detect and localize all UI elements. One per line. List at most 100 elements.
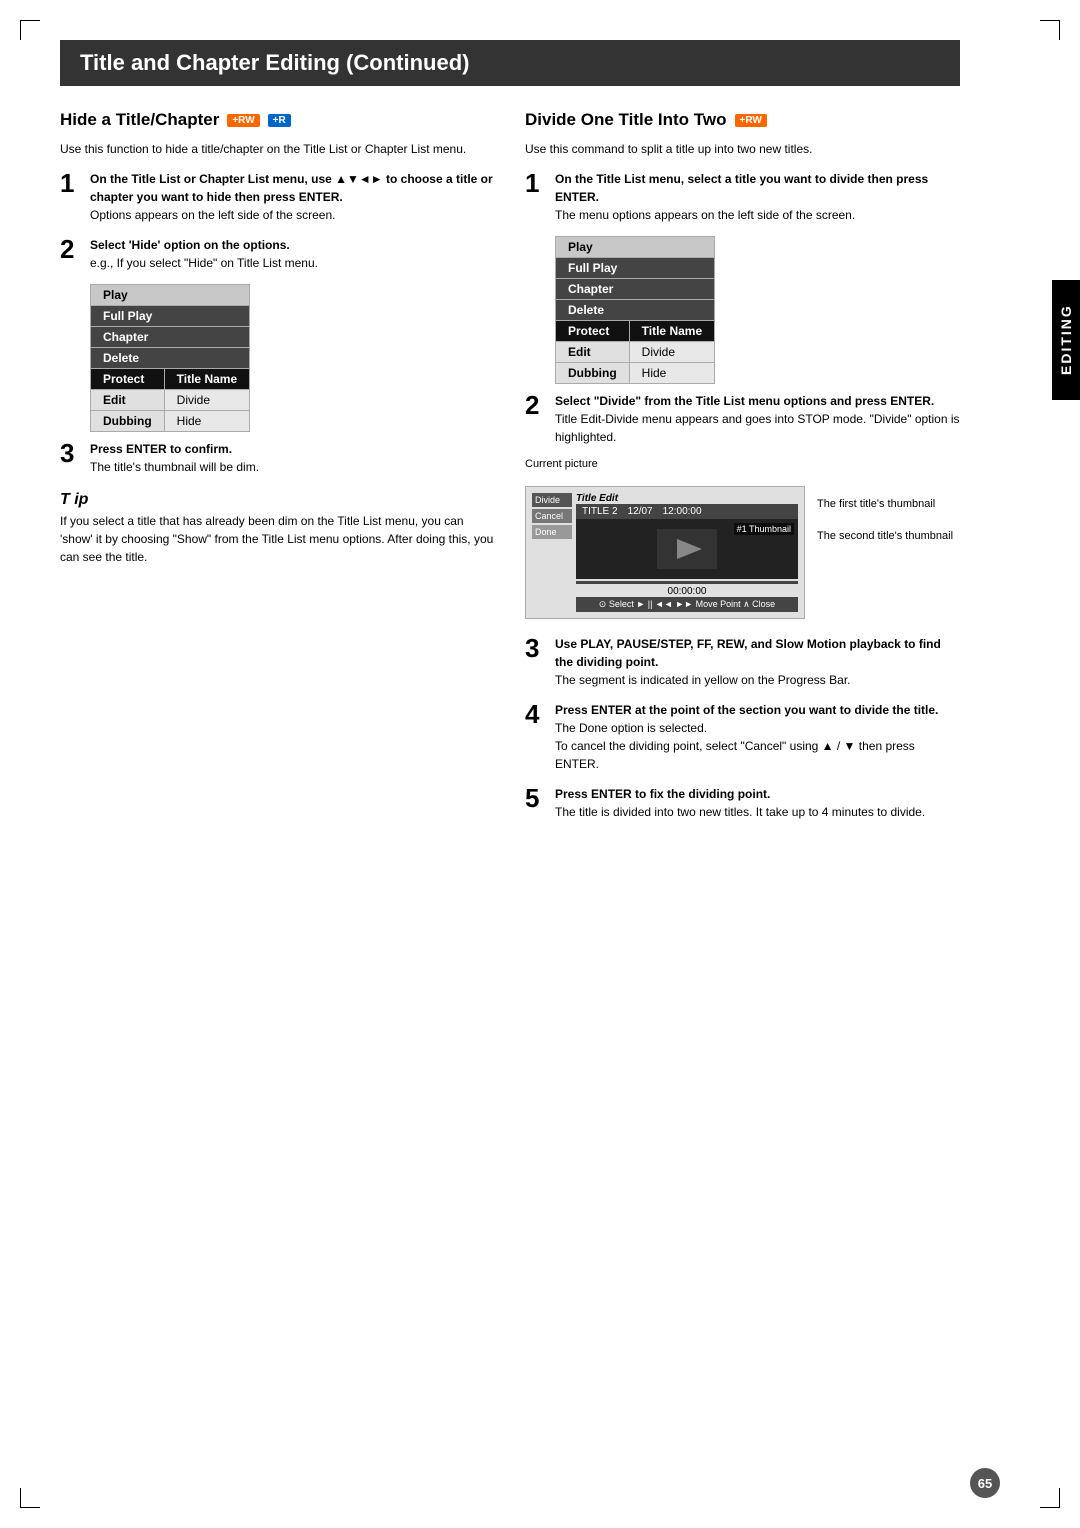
badge-rw-left: +RW bbox=[227, 114, 259, 127]
right-step-5: 5 Press ENTER to fix the dividing point.… bbox=[525, 785, 960, 821]
sidebar-editing-label: EDITING bbox=[1052, 280, 1080, 400]
done-btn: Done bbox=[532, 525, 572, 539]
menu-chapter-r: Chapter bbox=[556, 279, 715, 300]
menu-delete: Delete bbox=[91, 348, 250, 369]
right-step-1-content: On the Title List menu, select a title y… bbox=[555, 170, 960, 224]
right-step-4-content: Press ENTER at the point of the section … bbox=[555, 701, 960, 773]
table-row: Protect Title Name bbox=[556, 321, 715, 342]
left-menu-table: Play Full Play Chapter Delete Protect Ti… bbox=[90, 284, 250, 432]
right-step-1: 1 On the Title List menu, select a title… bbox=[525, 170, 960, 224]
right-step-3-num: 3 bbox=[525, 635, 547, 661]
right-section-heading: Divide One Title Into Two +RW bbox=[525, 110, 960, 130]
menu-divide: Divide bbox=[164, 390, 249, 411]
table-row: Dubbing Hide bbox=[91, 411, 250, 432]
divide-labels: The first title's thumbnail The second t… bbox=[817, 478, 953, 542]
menu-chapter: Chapter bbox=[91, 327, 250, 348]
divide-btn: Divide bbox=[532, 493, 572, 507]
menu-protect-r: Protect bbox=[556, 321, 630, 342]
video-area: #1 Thumbnail bbox=[576, 519, 798, 579]
title-time: 12:00:00 bbox=[663, 506, 702, 517]
tip-box: T ip If you select a title that has alre… bbox=[60, 488, 495, 566]
corner-tl bbox=[20, 20, 40, 40]
current-picture-label: Current picture bbox=[525, 458, 960, 470]
table-row: Delete bbox=[556, 300, 715, 321]
right-step-3: 3 Use PLAY, PAUSE/STEP, FF, REW, and Slo… bbox=[525, 635, 960, 689]
badge-rw-right: +RW bbox=[735, 114, 767, 127]
left-step-3-content: Press ENTER to confirm. The title's thum… bbox=[90, 440, 495, 476]
menu-delete-r: Delete bbox=[556, 300, 715, 321]
table-row: Dubbing Hide bbox=[556, 363, 715, 384]
corner-br bbox=[1040, 1488, 1060, 1508]
thumbnail-label: #1 Thumbnail bbox=[734, 523, 794, 535]
table-row: Edit Divide bbox=[556, 342, 715, 363]
menu-hide-r: Hide bbox=[629, 363, 714, 384]
menu-title-name-r: Title Name bbox=[629, 321, 714, 342]
table-row: Play bbox=[91, 285, 250, 306]
cancel-btn: Cancel bbox=[532, 509, 572, 523]
table-row: Edit Divide bbox=[91, 390, 250, 411]
menu-dubbing-r: Dubbing bbox=[556, 363, 630, 384]
second-title-label: The second title's thumbnail bbox=[817, 530, 953, 542]
left-step-2: 2 Select 'Hide' option on the options. e… bbox=[60, 236, 495, 272]
right-step-5-num: 5 bbox=[525, 785, 547, 811]
title-date: 12/07 bbox=[628, 506, 653, 517]
table-row: Full Play bbox=[91, 306, 250, 327]
right-step-3-content: Use PLAY, PAUSE/STEP, FF, REW, and Slow … bbox=[555, 635, 960, 689]
right-step-2-num: 2 bbox=[525, 392, 547, 418]
left-step-1-num: 1 bbox=[60, 170, 82, 196]
menu-title-name: Title Name bbox=[164, 369, 249, 390]
page-title: Title and Chapter Editing (Continued) bbox=[60, 40, 960, 86]
right-step-4: 4 Press ENTER at the point of the sectio… bbox=[525, 701, 960, 773]
time-display: 00:00:00 bbox=[576, 586, 798, 597]
left-step-1-content: On the Title List or Chapter List menu, … bbox=[90, 170, 495, 224]
right-step-4-num: 4 bbox=[525, 701, 547, 727]
menu-protect: Protect bbox=[91, 369, 165, 390]
title-name: TITLE 2 bbox=[582, 506, 618, 517]
menu-hide: Hide bbox=[164, 411, 249, 432]
left-step-2-num: 2 bbox=[60, 236, 82, 262]
right-intro: Use this command to split a title up int… bbox=[525, 140, 960, 158]
table-row: Delete bbox=[91, 348, 250, 369]
table-row: Protect Title Name bbox=[91, 369, 250, 390]
menu-dubbing: Dubbing bbox=[91, 411, 165, 432]
menu-play: Play bbox=[91, 285, 250, 306]
right-menu-table: Play Full Play Chapter Delete Protect Ti… bbox=[555, 236, 715, 384]
divide-screenshot: Divide Cancel Done Title Edit TITLE 2 12… bbox=[525, 486, 805, 619]
menu-full-play-r: Full Play bbox=[556, 258, 715, 279]
left-step-3: 3 Press ENTER to confirm. The title's th… bbox=[60, 440, 495, 476]
right-section: Divide One Title Into Two +RW Use this c… bbox=[525, 110, 960, 833]
table-row: Chapter bbox=[556, 279, 715, 300]
corner-tr bbox=[1040, 20, 1060, 40]
tip-label: T ip bbox=[60, 491, 88, 508]
table-row: Play bbox=[556, 237, 715, 258]
table-row: Full Play bbox=[556, 258, 715, 279]
left-section-heading: Hide a Title/Chapter +RW +R bbox=[60, 110, 495, 130]
right-step-2: 2 Select "Divide" from the Title List me… bbox=[525, 392, 960, 446]
left-section: Hide a Title/Chapter +RW +R Use this fun… bbox=[60, 110, 495, 833]
left-step-1: 1 On the Title List or Chapter List menu… bbox=[60, 170, 495, 224]
tip-text: If you select a title that has already b… bbox=[60, 514, 493, 564]
video-icon bbox=[657, 529, 717, 569]
divide-screenshot-wrapper: Divide Cancel Done Title Edit TITLE 2 12… bbox=[525, 478, 960, 627]
first-title-label: The first title's thumbnail bbox=[817, 498, 953, 510]
corner-bl bbox=[20, 1488, 40, 1508]
page-number: 65 bbox=[970, 1468, 1000, 1498]
table-row: Chapter bbox=[91, 327, 250, 348]
right-step-5-content: Press ENTER to fix the dividing point. T… bbox=[555, 785, 960, 821]
left-step-2-content: Select 'Hide' option on the options. e.g… bbox=[90, 236, 495, 272]
right-step-1-num: 1 bbox=[525, 170, 547, 196]
title-edit-label: Title Edit bbox=[576, 493, 798, 504]
main-content: Hide a Title/Chapter +RW +R Use this fun… bbox=[60, 110, 960, 833]
menu-edit-r: Edit bbox=[556, 342, 630, 363]
menu-full-play: Full Play bbox=[91, 306, 250, 327]
progress-bar bbox=[576, 581, 798, 584]
right-step-2-content: Select "Divide" from the Title List menu… bbox=[555, 392, 960, 446]
menu-divide-r: Divide bbox=[629, 342, 714, 363]
badge-r-left: +R bbox=[268, 114, 291, 127]
menu-edit: Edit bbox=[91, 390, 165, 411]
left-intro: Use this function to hide a title/chapte… bbox=[60, 140, 495, 158]
title-info: TITLE 2 12/07 12:00:00 bbox=[576, 504, 798, 519]
controls-bar: ⊙ Select ► || ◄◄ ►► Move Point ∧ Close bbox=[576, 597, 798, 612]
menu-play-r: Play bbox=[556, 237, 715, 258]
left-step-3-num: 3 bbox=[60, 440, 82, 466]
